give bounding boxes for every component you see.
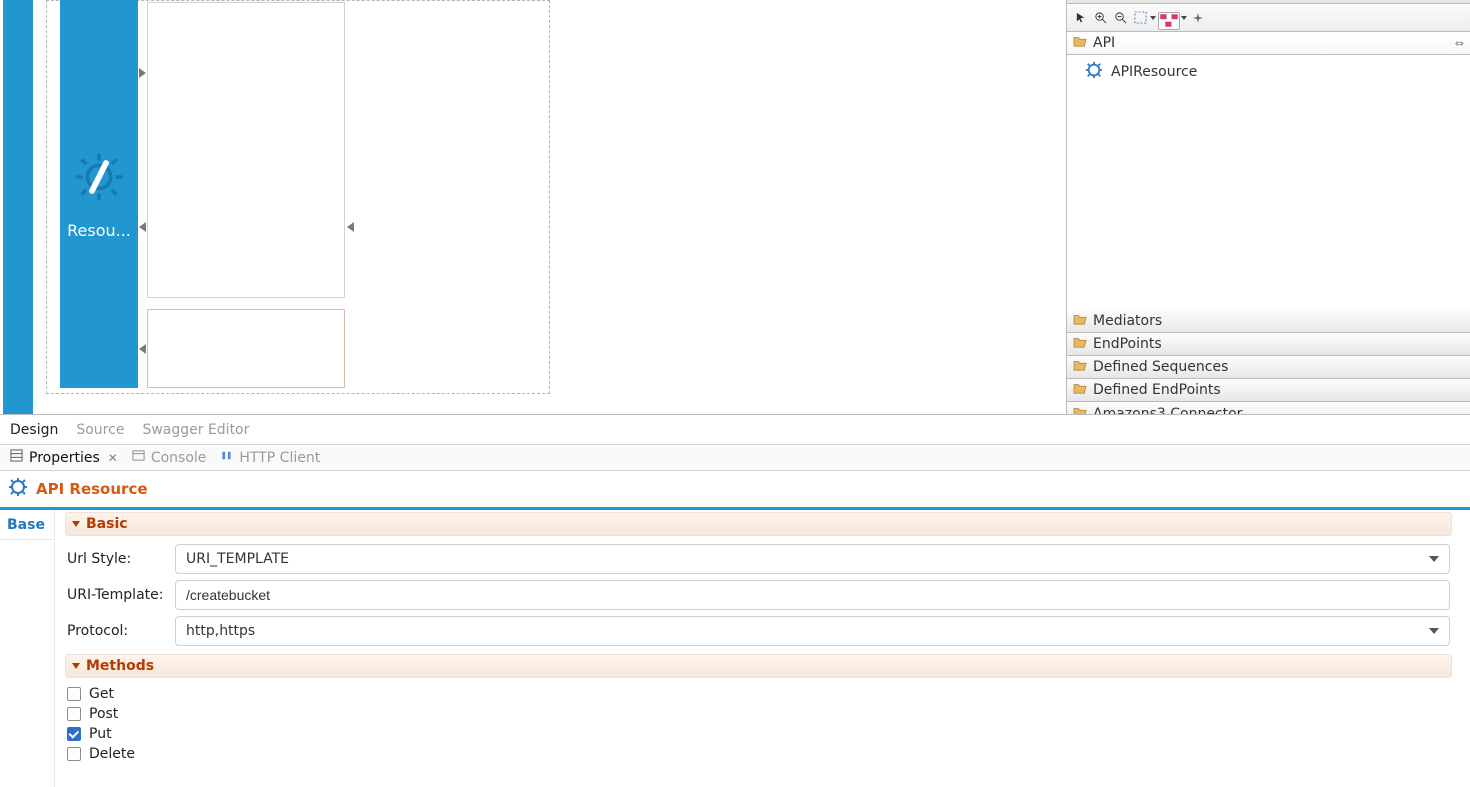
palette-item-apiresource[interactable]: APIResource <box>1067 55 1470 89</box>
palette-panel: API ⇔ APIResource Mediators <box>1066 0 1470 414</box>
folder-icon <box>1073 336 1087 352</box>
close-icon[interactable]: ✕ <box>108 451 118 465</box>
properties-title: API Resource <box>0 471 1470 507</box>
api-resource-icon <box>1085 61 1103 83</box>
chevron-down-icon <box>1429 628 1439 634</box>
section-title: Methods <box>86 658 154 674</box>
tab-properties[interactable]: Properties ✕ <box>10 449 118 466</box>
tab-label: Console <box>151 450 207 466</box>
layout-dropdown[interactable] <box>1158 9 1187 27</box>
api-resource-node[interactable]: Resou... <box>60 0 138 388</box>
drawer-label: Amazons3 Connector <box>1093 406 1242 415</box>
method-get-row[interactable]: Get <box>67 686 1450 702</box>
uri-template-input[interactable] <box>186 587 1439 603</box>
url-style-label: Url Style: <box>67 551 167 567</box>
select-tool-button[interactable] <box>1071 9 1089 27</box>
in-sequence-dropzone[interactable] <box>147 2 345 298</box>
checkbox-post[interactable] <box>67 707 81 721</box>
resource-node-label: Resou... <box>67 221 131 240</box>
palette-drawer-defined-endpoints[interactable]: Defined EndPoints <box>1067 379 1470 402</box>
drawer-label: Defined Sequences <box>1093 359 1228 375</box>
uri-template-label: URI-Template: <box>67 587 167 603</box>
chevron-down-icon <box>1429 556 1439 562</box>
canvas-left-bar <box>3 0 33 414</box>
properties-tab-icon <box>10 449 23 466</box>
folder-icon <box>1073 359 1087 375</box>
properties-side-tabs: Base <box>0 510 55 787</box>
side-tab-base[interactable]: Base <box>0 510 54 540</box>
design-canvas[interactable]: Resou... <box>0 0 1066 414</box>
checkbox-get[interactable] <box>67 687 81 701</box>
palette-drawer-endpoints[interactable]: EndPoints <box>1067 333 1470 356</box>
tab-swagger-editor[interactable]: Swagger Editor <box>140 416 251 444</box>
palette-drawer-api[interactable]: API ⇔ <box>1067 32 1470 55</box>
folder-icon <box>1073 406 1087 415</box>
method-label: Get <box>89 686 114 702</box>
console-tab-icon <box>132 449 145 466</box>
palette-drawer-amazons3-connector[interactable]: Amazons3 Connector <box>1067 402 1470 414</box>
protocol-label: Protocol: <box>67 623 167 639</box>
api-resource-icon <box>8 477 28 501</box>
drawer-label: API <box>1093 35 1115 51</box>
properties-title-text: API Resource <box>36 480 148 498</box>
folder-icon <box>1073 313 1087 329</box>
method-label: Put <box>89 726 112 742</box>
drawer-label: EndPoints <box>1093 336 1162 352</box>
collapse-icon <box>72 663 80 669</box>
gear-slash-icon <box>71 149 127 209</box>
tab-http-client[interactable]: HTTP Client <box>220 449 320 466</box>
protocol-select[interactable]: http,https <box>175 616 1450 646</box>
editor-mode-tabs: Design Source Swagger Editor <box>0 415 1470 445</box>
folder-open-icon <box>1073 35 1087 51</box>
tab-design[interactable]: Design <box>8 416 60 444</box>
bottom-panel-tabs: Properties ✕ Console HTTP Client <box>0 445 1470 471</box>
fault-sequence-dropzone[interactable] <box>147 309 345 388</box>
zoom-in-button[interactable] <box>1091 9 1109 27</box>
marquee-dropdown[interactable] <box>1131 9 1156 27</box>
method-label: Post <box>89 706 118 722</box>
method-label: Delete <box>89 746 135 762</box>
collapse-icon <box>72 521 80 527</box>
palette-toolbar <box>1067 4 1470 32</box>
tab-label: Properties <box>29 450 100 466</box>
palette-item-label: APIResource <box>1111 64 1197 80</box>
method-put-row[interactable]: Put <box>67 726 1450 742</box>
drawer-label: Defined EndPoints <box>1093 382 1221 398</box>
method-delete-row[interactable]: Delete <box>67 746 1450 762</box>
checkbox-put[interactable] <box>67 727 81 741</box>
url-style-value: URI_TEMPLATE <box>186 551 289 567</box>
drawer-pin-icon[interactable]: ⇔ <box>1455 37 1464 50</box>
palette-title-bar <box>1067 0 1470 4</box>
arrow-out-icon <box>139 222 146 232</box>
tab-console[interactable]: Console <box>132 449 207 466</box>
arrow-fault-icon <box>139 344 146 354</box>
palette-filter-button[interactable] <box>1189 9 1207 27</box>
section-title: Basic <box>86 516 128 532</box>
uri-template-input-wrap <box>175 580 1450 610</box>
section-basic-header[interactable]: Basic <box>65 512 1452 536</box>
http-client-tab-icon <box>220 449 233 466</box>
drawer-label: Mediators <box>1093 313 1162 329</box>
palette-drawer-mediators[interactable]: Mediators <box>1067 310 1470 333</box>
arrow-in-icon <box>139 68 146 78</box>
folder-icon <box>1073 382 1087 398</box>
tab-source[interactable]: Source <box>74 416 126 444</box>
section-methods-header[interactable]: Methods <box>65 654 1452 678</box>
protocol-value: http,https <box>186 623 255 639</box>
checkbox-delete[interactable] <box>67 747 81 761</box>
zoom-out-button[interactable] <box>1111 9 1129 27</box>
tab-label: HTTP Client <box>239 450 320 466</box>
url-style-select[interactable]: URI_TEMPLATE <box>175 544 1450 574</box>
method-post-row[interactable]: Post <box>67 706 1450 722</box>
palette-drawer-defined-sequences[interactable]: Defined Sequences <box>1067 356 1470 379</box>
arrow-out-end-icon <box>347 222 354 232</box>
